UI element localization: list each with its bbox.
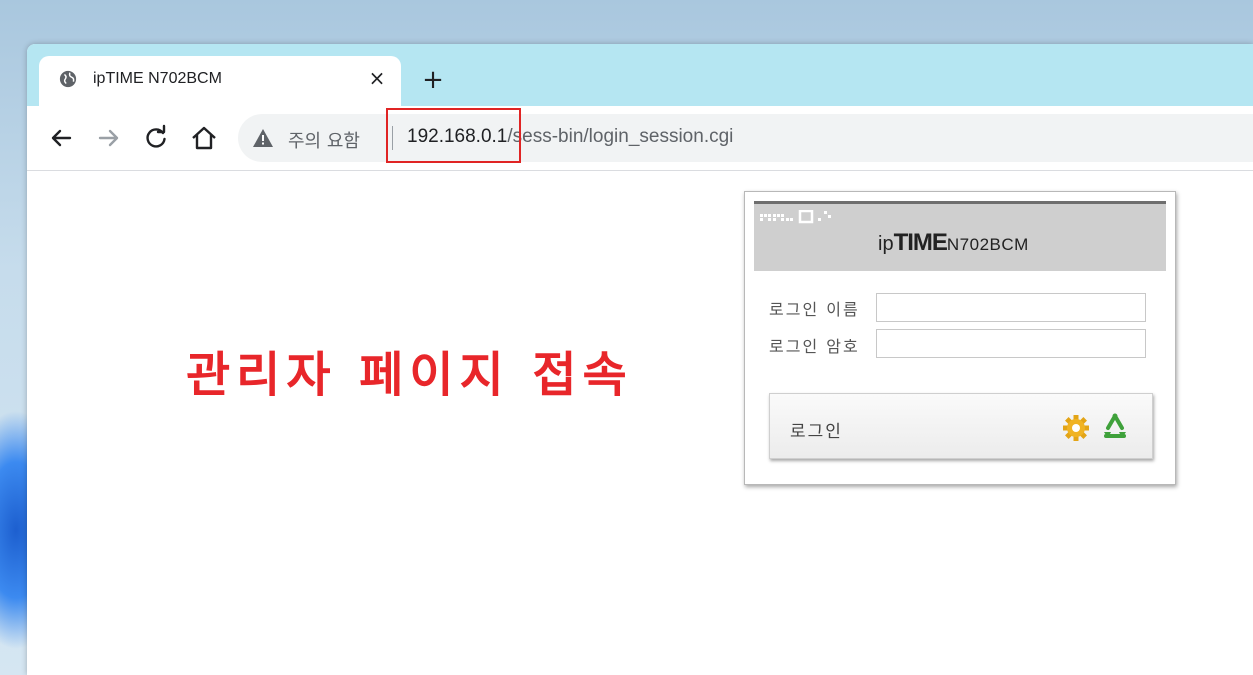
arrow-left-icon: [51, 129, 72, 147]
password-label: 로그인 암호: [769, 337, 860, 356]
browser-toolbar: 주의 요함 192.168.0.1/sess-bin/login_session…: [27, 106, 1253, 171]
tab-close-icon[interactable]: ×: [365, 66, 389, 90]
password-input[interactable]: [876, 329, 1146, 358]
login-button[interactable]: 로그인: [769, 393, 1153, 459]
admin-page-caption: 관리자 페이지 접속: [186, 347, 633, 403]
efm-dot-logo: [760, 210, 831, 224]
login-panel: ipTIMEN702BCM 로그인 이름 로그인 암호 로그인: [744, 191, 1176, 485]
brand-time: TIME: [893, 229, 948, 256]
security-warning-label[interactable]: 주의 요함: [288, 127, 360, 153]
back-button[interactable]: [45, 122, 77, 154]
arrow-right-icon: [98, 129, 119, 147]
username-label: 로그인 이름: [769, 300, 860, 319]
tab-strip: ipTIME N702BCM × +: [27, 44, 1253, 106]
url-highlight-box: [386, 108, 521, 163]
login-header: ipTIMEN702BCM: [754, 201, 1166, 271]
recycle-icon[interactable]: [1100, 412, 1130, 442]
new-tab-button[interactable]: +: [419, 66, 447, 94]
tab-title: ipTIME N702BCM: [93, 70, 222, 87]
tab-iptime[interactable]: ipTIME N702BCM ×: [39, 56, 401, 106]
globe-icon: [59, 70, 77, 88]
iptime-brand: ipTIMEN702BCM: [878, 229, 1029, 257]
brand-model: N702BCM: [946, 235, 1029, 254]
home-button[interactable]: [188, 122, 220, 154]
reload-icon: [146, 124, 166, 148]
brand-ip: ip: [878, 233, 894, 255]
username-input[interactable]: [876, 293, 1146, 322]
home-icon: [192, 126, 216, 150]
warning-triangle-icon[interactable]: [252, 127, 274, 149]
reload-button[interactable]: [140, 122, 172, 154]
forward-button[interactable]: [93, 122, 125, 154]
gear-icon[interactable]: [1062, 414, 1090, 442]
url-path: /sess-bin/login_session.cgi: [507, 126, 734, 147]
login-button-label: 로그인: [790, 422, 843, 442]
